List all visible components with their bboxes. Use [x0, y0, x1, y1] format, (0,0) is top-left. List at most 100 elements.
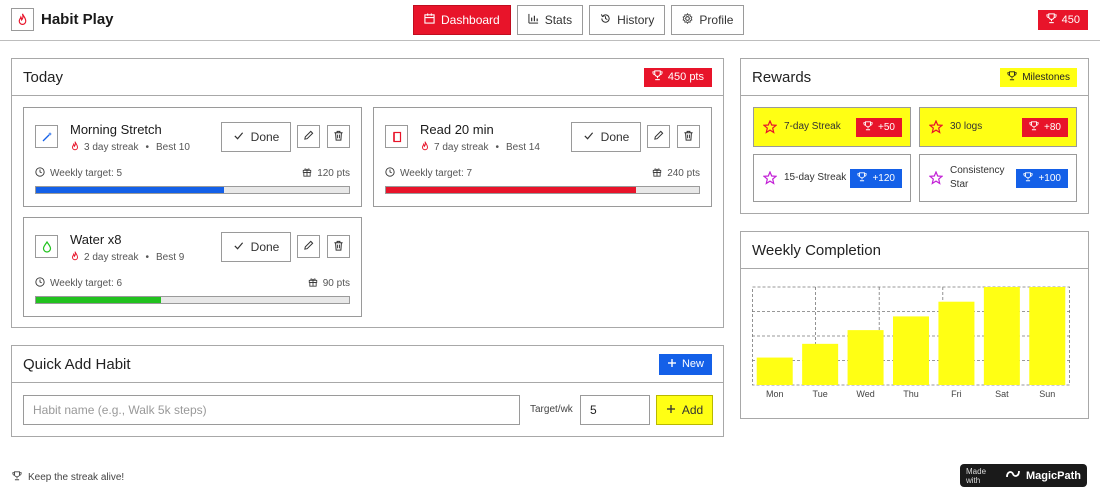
progress-fill [36, 297, 162, 303]
main-nav: Dashboard Stats History Profile [413, 5, 745, 35]
wand-icon [35, 125, 58, 148]
habit-streak: 7 day streak [434, 142, 489, 153]
milestones-badge[interactable]: Milestones [1000, 67, 1077, 87]
check-icon [583, 130, 594, 144]
reward-item: Consistency Star +100 [919, 154, 1077, 202]
rewards-panel: Rewards Milestones 7-day Streak +50 30 l… [740, 58, 1089, 214]
nav-history[interactable]: History [589, 5, 666, 35]
edit-button[interactable] [297, 235, 320, 258]
gear-icon [682, 12, 693, 27]
chart-bar [983, 287, 1020, 385]
done-button[interactable]: Done [571, 122, 641, 152]
flame-icon [11, 8, 34, 31]
today-header: Today 450 pts [12, 59, 723, 96]
delete-button[interactable] [327, 125, 350, 148]
progress-fill [36, 187, 224, 193]
chart-tick-label: Tue [813, 389, 828, 399]
habit-name: Read 20 min [420, 122, 494, 137]
footer-tagline: Keep the streak alive! [28, 472, 125, 483]
done-button[interactable]: Done [221, 232, 291, 262]
chart-tick-label: Sat [995, 389, 1009, 399]
nav-profile-label: Profile [699, 13, 734, 27]
chart-bar [938, 301, 975, 385]
delete-button[interactable] [677, 125, 700, 148]
reward-bonus-value: +80 [1044, 121, 1061, 133]
magicpath-logo-icon [1005, 467, 1021, 485]
check-icon [233, 240, 244, 254]
habit-points-value: 90 pts [322, 278, 350, 289]
trophy-icon [1023, 171, 1034, 185]
done-button-label: Done [250, 240, 280, 254]
trophy-icon [1007, 70, 1017, 84]
made-with-badge[interactable]: Made with MagicPath [960, 464, 1087, 487]
check-icon [233, 130, 244, 144]
trophy-icon [857, 171, 868, 185]
chart-tick-label: Wed [856, 389, 874, 399]
trash-icon [333, 128, 344, 146]
gift-icon [308, 277, 318, 290]
weekly-target: Weekly target: 7 [385, 167, 472, 180]
separator-dot: • [145, 142, 149, 153]
done-button-label: Done [600, 130, 630, 144]
plus-icon [667, 358, 677, 371]
quick-add-header: Quick Add Habit New [12, 346, 723, 383]
star-icon [929, 120, 943, 134]
edit-button[interactable] [297, 125, 320, 148]
weekly-title: Weekly Completion [752, 241, 881, 259]
reward-label: 30 logs [950, 121, 983, 132]
habit-points-value: 120 pts [317, 168, 350, 179]
new-button-label: New [681, 358, 704, 370]
new-button[interactable]: New [658, 353, 712, 375]
trophy-icon [12, 471, 22, 484]
chart-tick-label: Mon [766, 389, 784, 399]
delete-button[interactable] [327, 235, 350, 258]
trophy-icon [863, 120, 873, 134]
habit-name: Morning Stretch [70, 122, 162, 137]
gift-icon [652, 167, 662, 180]
trash-icon [683, 128, 694, 146]
star-icon [929, 171, 943, 185]
nav-stats[interactable]: Stats [516, 5, 584, 35]
today-points-value: 450 pts [667, 71, 704, 83]
habit-name-input[interactable] [23, 395, 520, 425]
reward-bonus: +80 [1022, 117, 1068, 137]
pencil-icon [653, 128, 664, 146]
done-button[interactable]: Done [221, 122, 291, 152]
brand[interactable]: Habit Play [11, 8, 114, 31]
weekly-target: Weekly target: 6 [35, 277, 122, 290]
weekly-completion-chart: Mon Tue Wed Thu Fri Sat Sun [752, 286, 1070, 399]
target-label: Target/wk [530, 404, 573, 415]
habit-card: Read 20 min 7 day streak • Best 14 Done … [373, 107, 712, 207]
add-button-label: Add [681, 403, 704, 417]
reward-bonus-value: +120 [872, 172, 895, 184]
done-button-label: Done [250, 130, 280, 144]
nav-dashboard[interactable]: Dashboard [413, 5, 511, 35]
reward-item: 7-day Streak +50 [753, 107, 911, 147]
progress-bar [35, 186, 350, 194]
chart-bar [802, 343, 839, 385]
chart-bar [847, 330, 884, 385]
add-button[interactable]: Add [656, 395, 713, 425]
edit-button[interactable] [647, 125, 670, 148]
trophy-icon [1029, 120, 1039, 134]
milestones-label: Milestones [1022, 71, 1070, 83]
habit-best: Best 14 [506, 142, 540, 153]
pencil-icon [303, 238, 314, 256]
target-input[interactable] [580, 395, 650, 425]
rewards-title: Rewards [752, 68, 812, 86]
reward-bonus-value: +50 [878, 121, 895, 133]
reward-label: 15-day Streak [784, 172, 847, 183]
nav-profile[interactable]: Profile [671, 5, 745, 35]
habit-best: Best 9 [156, 252, 185, 263]
flame-icon [70, 251, 80, 264]
flame-icon [70, 141, 80, 154]
reward-label: 7-day Streak [784, 121, 841, 132]
weekly-target-label: Weekly target: 5 [50, 168, 123, 179]
header-points-value: 450 [1061, 14, 1080, 26]
clock-icon [385, 167, 395, 180]
trophy-icon [1046, 13, 1057, 27]
history-icon [600, 13, 611, 27]
separator-dot: • [495, 142, 499, 153]
chart-bar [1029, 287, 1066, 385]
reward-bonus: +50 [856, 117, 902, 137]
